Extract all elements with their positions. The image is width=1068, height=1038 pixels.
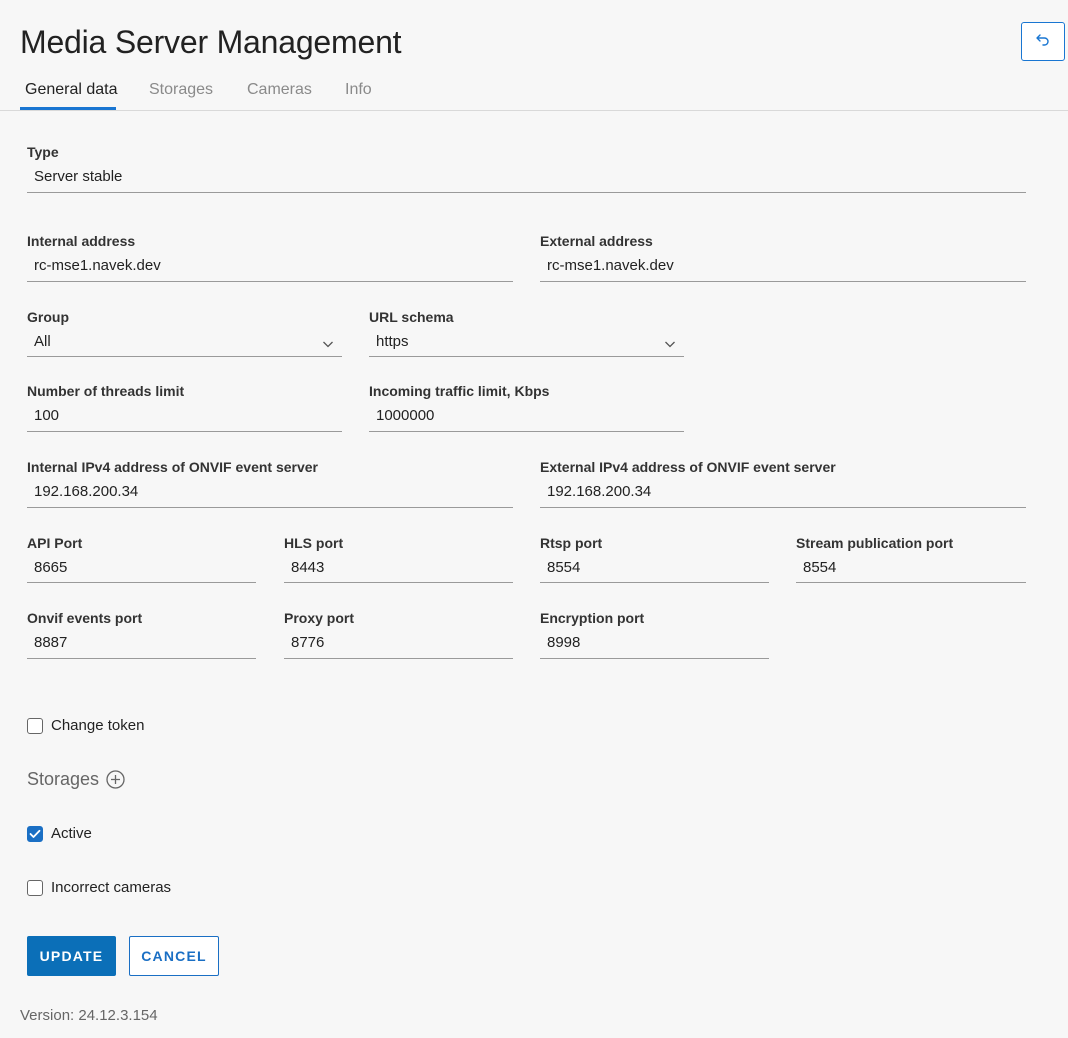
hls-port-label: HLS port [284,535,344,551]
traffic-limit-field[interactable]: Incoming traffic limit, Kbps 1000000 [369,383,684,432]
external-onvif-input[interactable]: 192.168.200.34 [547,483,651,500]
threads-limit-field[interactable]: Number of threads limit 100 [27,383,342,432]
change-token-label: Change token [51,717,145,734]
hls-port-field[interactable]: HLS port 8443 [284,535,513,583]
url-schema-label: URL schema [369,309,454,325]
page-title: Media Server Management [20,24,402,60]
tab-bar: General data Storages Cameras Info [0,72,1068,111]
storages-section: Storages [27,769,125,790]
tab-general-data[interactable]: General data [21,81,122,99]
api-port-field[interactable]: API Port 8665 [27,535,256,583]
plus-circle-icon[interactable] [106,770,125,789]
type-label: Type [27,144,59,160]
storages-title: Storages [27,769,100,789]
stream-publication-port-field[interactable]: Stream publication port 8554 [796,535,1026,583]
onvif-events-port-label: Onvif events port [27,610,143,626]
active-label: Active [51,825,92,842]
checkbox-box[interactable] [27,879,43,896]
chevron-down-icon [322,336,334,348]
tab-cameras[interactable]: Cameras [243,81,316,99]
chevron-down-icon [664,336,676,348]
hls-port-input[interactable]: 8443 [291,559,324,576]
external-address-input[interactable]: rc-mse1.navek.dev [547,257,674,274]
active-tab-indicator [20,107,116,110]
internal-onvif-label: Internal IPv4 address of ONVIF event ser… [27,459,319,475]
threads-limit-label: Number of threads limit [27,383,185,399]
external-onvif-label: External IPv4 address of ONVIF event ser… [540,459,836,475]
rtsp-port-field[interactable]: Rtsp port 8554 [540,535,769,583]
cancel-button[interactable]: CANCEL [129,936,219,976]
encryption-port-field[interactable]: Encryption port 8998 [540,610,769,659]
url-schema-value: https [376,333,409,350]
group-value: All [34,333,51,350]
type-value: Server stable [34,168,123,185]
external-address-field[interactable]: External address rc-mse1.navek.dev [540,233,1026,282]
internal-address-field[interactable]: Internal address rc-mse1.navek.dev [27,233,513,282]
back-button[interactable] [1021,22,1065,61]
active-checkbox[interactable]: Active [27,825,92,842]
encryption-port-input[interactable]: 8998 [547,634,580,651]
traffic-limit-label: Incoming traffic limit, Kbps [369,383,550,399]
stream-publication-port-label: Stream publication port [796,535,954,551]
internal-address-input[interactable]: rc-mse1.navek.dev [34,257,161,274]
traffic-limit-input[interactable]: 1000000 [376,407,434,424]
internal-address-label: Internal address [27,233,136,249]
type-field: Type Server stable [27,144,1026,193]
checkmark-icon [29,829,41,838]
internal-onvif-input[interactable]: 192.168.200.34 [34,483,138,500]
undo-arrow-icon [1035,31,1051,52]
api-port-input[interactable]: 8665 [34,559,67,576]
group-label: Group [27,309,69,325]
external-address-label: External address [540,233,653,249]
onvif-events-port-input[interactable]: 8887 [34,634,67,651]
checkbox-box[interactable] [27,825,43,842]
rtsp-port-input[interactable]: 8554 [547,559,580,576]
internal-onvif-field[interactable]: Internal IPv4 address of ONVIF event ser… [27,459,513,508]
tab-info[interactable]: Info [341,81,376,99]
incorrect-cameras-checkbox[interactable]: Incorrect cameras [27,879,171,896]
url-schema-select[interactable]: URL schema https [369,309,684,357]
encryption-port-label: Encryption port [540,610,645,626]
proxy-port-field[interactable]: Proxy port 8776 [284,610,513,659]
rtsp-port-label: Rtsp port [540,535,603,551]
stream-publication-port-input[interactable]: 8554 [803,559,836,576]
version-text: Version: 24.12.3.154 [20,1007,158,1024]
checkbox-box[interactable] [27,717,43,734]
api-port-label: API Port [27,535,83,551]
external-onvif-field[interactable]: External IPv4 address of ONVIF event ser… [540,459,1026,508]
group-select[interactable]: Group All [27,309,342,357]
change-token-checkbox[interactable]: Change token [27,717,144,734]
tab-storages[interactable]: Storages [145,81,217,99]
proxy-port-input[interactable]: 8776 [291,634,324,651]
onvif-events-port-field[interactable]: Onvif events port 8887 [27,610,256,659]
update-button[interactable]: UPDATE [27,936,116,976]
proxy-port-label: Proxy port [284,610,355,626]
incorrect-cameras-label: Incorrect cameras [51,879,172,896]
threads-limit-input[interactable]: 100 [34,407,59,424]
